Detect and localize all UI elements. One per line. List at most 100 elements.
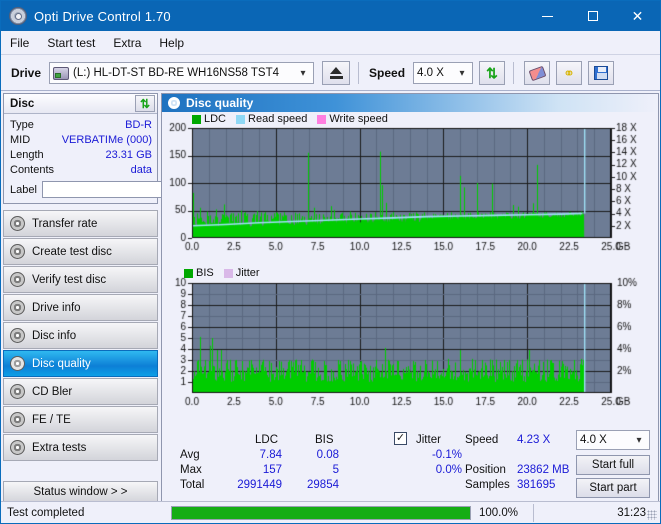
stats-col-header-bis: BIS [315,434,334,446]
jitter-checkbox[interactable]: ✓ [394,432,407,445]
test-speed-select[interactable]: 4.0 X ▾ [576,430,650,450]
sidebar-item-disc-quality[interactable]: Disc quality [3,350,158,377]
sidebar-item-verify-test-disc[interactable]: Verify test disc [3,266,158,293]
disc-info-header: Disc ⇅ [4,94,157,114]
sidebar-item-label: Disc quality [32,358,91,370]
disc-icon [168,97,180,109]
disc-row-contents: Contents data [10,162,152,177]
save-button[interactable] [588,61,614,85]
menu-item-start-test[interactable]: Start test [38,33,104,53]
sidebar-item-label: Extra tests [32,442,86,454]
chart-canvas-bottom [162,267,658,422]
content-header: Disc quality [162,94,658,112]
stats-row-label-avg: Avg [180,449,200,461]
resize-grip-icon[interactable] [647,510,657,520]
disc-info-rows: Type BD-R MID VERBATIMe (000) Length 23.… [4,114,157,203]
stats-bis-avg: 0.08 [284,449,339,461]
left-panel: Disc ⇅ Type BD-R MID VERBATIMe (000) Len… [3,93,158,503]
start-part-button[interactable]: Start part [576,478,650,498]
close-button[interactable]: ✕ [615,1,660,31]
close-icon: ✕ [632,9,644,23]
maximize-button[interactable] [570,1,615,31]
window-title: Opti Drive Control 1.70 [34,9,171,24]
sidebar-item-transfer-rate[interactable]: Transfer rate [3,210,158,237]
progress-bar [171,506,471,520]
disc-icon [10,356,25,371]
chevron-down-icon: ▾ [631,435,647,446]
disc-row-mid: MID VERBATIMe (000) [10,132,152,147]
toolbar: Drive (L:) HL-DT-ST BD-RE WH16NS58 TST4 … [1,56,660,91]
content-panel: Disc quality LDCRead speedWrite speed BI… [161,93,659,503]
stats-panel: Avg Max Total LDC BIS 7.84 157 2991449 0… [162,422,658,502]
drive-select-value: (L:) HL-DT-ST BD-RE WH16NS58 TST4 [73,67,279,79]
stats-jitter-avg: -0.1% [387,449,462,461]
stats-ldc-max: 157 [217,464,282,476]
progress-percent: 100.0% [471,507,533,519]
menu-bar: File Start test Extra Help [1,31,660,55]
test-speed-value: 4.0 X [580,434,607,446]
disc-icon [10,440,25,455]
disc-icon [10,272,25,287]
refresh-button[interactable]: ⇅ [479,61,505,85]
samples-label: Samples [465,479,510,491]
disc-icon [10,384,25,399]
minimize-button[interactable] [525,1,570,31]
sidebar-item-fe-te[interactable]: FE / TE [3,406,158,433]
stats-ldc-total: 2991449 [217,479,282,491]
disc-refresh-button[interactable]: ⇅ [135,95,155,112]
nav-list: Transfer rate Create test disc Verify te… [3,210,158,461]
drive-select[interactable]: (L:) HL-DT-ST BD-RE WH16NS58 TST4 ▾ [49,62,314,84]
menu-item-help[interactable]: Help [150,33,193,53]
disc-row-value: 23.31 GB [106,149,152,161]
disc-row-value: data [131,164,152,176]
page-title: Disc quality [186,96,253,110]
sidebar-item-label: Create test disc [32,246,112,258]
disc-label-row: Label [10,180,152,199]
status-window-button[interactable]: Status window > > [3,481,158,503]
sidebar-item-disc-info[interactable]: Disc info [3,322,158,349]
status-text: Test completed [1,507,171,519]
eject-icon [330,67,342,74]
erase-button[interactable] [524,61,550,85]
menu-item-file[interactable]: File [1,33,38,53]
disc-icon [10,300,25,315]
disc-label-key: Label [10,184,37,196]
disc-icon [10,328,25,343]
speed-stat-value: 4.23 X [517,434,577,446]
disc-row-value: VERBATIMe (000) [62,134,152,146]
disc-row-key: Type [10,119,34,131]
chain-button[interactable]: ⚭ [556,61,582,85]
disc-icon [10,244,25,259]
sidebar-item-label: Drive info [32,302,81,314]
position-label: Position [465,464,506,476]
sidebar-item-drive-info[interactable]: Drive info [3,294,158,321]
eject-button[interactable] [322,61,350,85]
elapsed-time: 31:23 [534,507,660,519]
stats-col-header-ldc: LDC [255,434,278,446]
chevron-down-icon: ▾ [454,68,470,79]
disc-row-value: BD-R [125,119,152,131]
speed-stat-label: Speed [465,434,498,446]
sidebar-item-create-test-disc[interactable]: Create test disc [3,238,158,265]
disc-row-key: MID [10,134,30,146]
status-bar: Test completed 100.0% 31:23 [1,501,660,523]
toolbar-divider-1 [358,62,359,84]
start-full-button[interactable]: Start full [576,455,650,475]
sidebar-item-extra-tests[interactable]: Extra tests [3,434,158,461]
maximize-icon [588,11,598,21]
stats-bis-total: 29854 [284,479,339,491]
disc-icon [10,412,25,427]
menu-item-extra[interactable]: Extra [104,33,150,53]
stats-ldc-avg: 7.84 [217,449,282,461]
minimize-icon [542,16,553,17]
eject-bar-icon [330,76,343,79]
check-icon: ✓ [396,433,405,444]
progress-bar-fill [172,507,470,519]
sidebar-item-label: Transfer rate [32,218,97,230]
speed-select[interactable]: 4.0 X ▾ [413,62,473,84]
disc-row-key: Length [10,149,44,161]
sidebar-item-cd-bler[interactable]: CD Bler [3,378,158,405]
chain-icon: ⚭ [563,65,575,82]
disc-info-box: Disc ⇅ Type BD-R MID VERBATIMe (000) Len… [3,93,158,204]
refresh-icon: ⇅ [486,65,498,82]
